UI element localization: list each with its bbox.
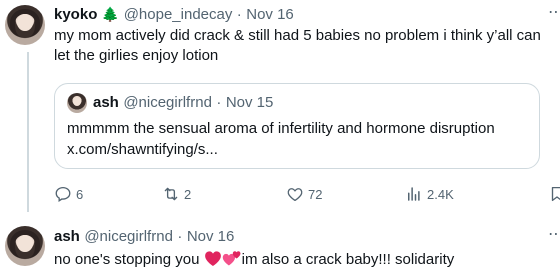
heart-emoji xyxy=(204,251,221,266)
more-icon[interactable]: ⋯ xyxy=(548,2,560,22)
views-icon xyxy=(408,187,420,201)
tweet1-text: my mom actively did crack & still had 5 … xyxy=(54,27,541,64)
tweet1-date[interactable]: Nov 16 xyxy=(246,6,294,23)
quote-display-name: ash xyxy=(93,94,119,111)
like-button[interactable]: 72 xyxy=(286,185,322,203)
tree-emoji: 🌲 xyxy=(101,6,120,22)
quote-text: mmmmm the sensual aroma of infertility a… xyxy=(67,120,495,137)
quoted-tweet[interactable]: ash @nicegirlfrnd · Nov 15 mmmmm the sen… xyxy=(54,83,540,169)
views-count: 2.4K xyxy=(427,186,454,202)
tweet2-date[interactable]: Nov 16 xyxy=(187,228,235,245)
quote-separator: · xyxy=(216,94,222,111)
quote-avatar xyxy=(67,93,87,113)
repost-icon xyxy=(164,187,178,201)
like-icon xyxy=(287,188,303,202)
ash-avatar[interactable] xyxy=(5,226,45,266)
bookmark-icon xyxy=(551,186,560,202)
tweet1-header: kyoko 🌲 @hope_indecay · Nov 16 xyxy=(54,6,294,24)
views-button[interactable]: 2.4K xyxy=(405,185,454,203)
tweet2-text-after: im also a crack baby!!! solidarity xyxy=(241,251,455,268)
two-hearts-emoji xyxy=(222,251,241,266)
tweet2-header: ash @nicegirlfrnd · Nov 16 xyxy=(54,228,234,246)
tweet1-display-name[interactable]: kyoko xyxy=(54,6,97,23)
reply-icon xyxy=(55,186,71,202)
quote-date: Nov 15 xyxy=(225,94,274,111)
thread-line xyxy=(27,52,29,212)
more-icon-2[interactable]: ⋯ xyxy=(548,224,560,244)
reply-button[interactable]: 6 xyxy=(54,185,83,203)
quote-header: ash @nicegirlfrnd · Nov 15 xyxy=(93,94,273,112)
tweet1-separator: · xyxy=(236,6,242,23)
kyoko-avatar[interactable] xyxy=(5,5,45,45)
bookmark-button[interactable] xyxy=(548,185,560,203)
repost-count: 2 xyxy=(184,186,192,202)
quote-handle: @nicegirlfrnd xyxy=(123,94,212,111)
tweet2-display-name[interactable]: ash xyxy=(54,228,80,245)
like-count: 72 xyxy=(308,186,323,202)
tweet2-handle[interactable]: @nicegirlfrnd xyxy=(84,228,173,245)
tweet2-separator: · xyxy=(177,228,183,245)
quote-link[interactable]: x.com/shawntifying/s... xyxy=(67,140,218,160)
tweet1-handle[interactable]: @hope_indecay xyxy=(124,6,233,23)
reply-count: 6 xyxy=(76,186,84,202)
repost-button[interactable]: 2 xyxy=(162,185,191,203)
tweet2-text: no one's stopping you im also a crack ba… xyxy=(54,250,454,270)
tweet2-text-before: no one's stopping you xyxy=(54,251,200,268)
